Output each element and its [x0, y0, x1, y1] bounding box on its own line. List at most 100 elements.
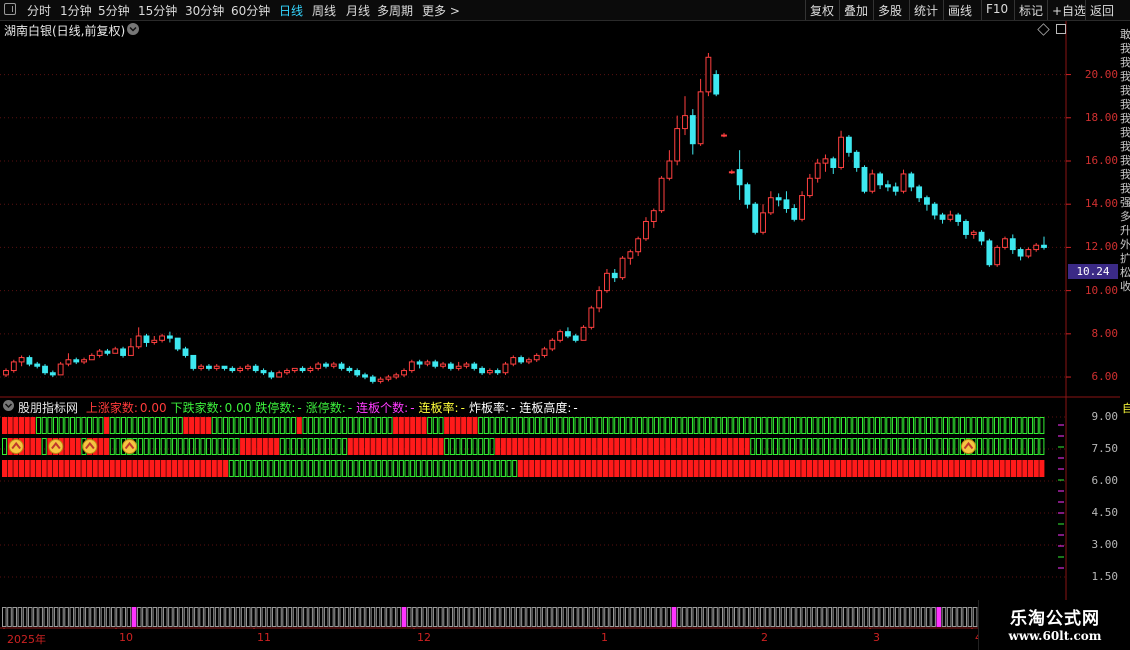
indicator-block-red [523, 460, 529, 477]
indicator-block-green [574, 417, 580, 434]
indicator-block-green [285, 417, 291, 434]
indicator-field-value: 0.00 [224, 401, 252, 415]
indicator-tick-label: 6.00 [1091, 474, 1119, 487]
bottom-block-gray [292, 607, 298, 627]
bottom-block-gray [438, 607, 443, 627]
indicator-block-red [568, 438, 574, 455]
bottom-block-gray [718, 607, 724, 627]
candle-body-down [323, 363, 329, 367]
indicator-block-red [455, 417, 461, 434]
chevron-down-icon[interactable] [127, 23, 139, 35]
indicator-fields: 上涨家数: 0.00 下跌家数: 0.00 跌停数: - 涨停数: - 连板个数: - 连板率: - 炸… [82, 401, 578, 415]
tool-button-2[interactable]: 多股 [878, 2, 902, 19]
indicator-block-red [942, 460, 949, 477]
bottom-block-gray [422, 607, 428, 627]
indicator-block-green [449, 438, 455, 455]
indicator-block-red [874, 460, 881, 477]
indicator-block-green [653, 417, 659, 434]
right-strip-char: 松 [1120, 266, 1130, 279]
period-tab-10[interactable]: 更多 > [422, 2, 460, 19]
indicator-block-green [931, 417, 937, 434]
indicator-block-red [948, 460, 954, 477]
tool-button-8[interactable]: 返回 [1090, 2, 1114, 19]
tool-button-5[interactable]: F10 [986, 2, 1008, 16]
bottom-block-gray [100, 607, 106, 627]
indicator-block-green [370, 417, 376, 434]
indicator-block-green [489, 460, 495, 477]
period-tab-0[interactable]: 分时 [27, 2, 51, 19]
candle-body-up [666, 160, 673, 179]
bottom-block-gray [817, 607, 822, 627]
indicator-block-green [778, 417, 784, 434]
indicator-block-green [982, 438, 988, 455]
indicator-block-red [591, 460, 597, 477]
tool-button-4[interactable]: 画线 [948, 2, 972, 19]
right-strip-char: 我 [1120, 112, 1130, 125]
sailboat-badge-icon [122, 439, 138, 454]
candle-body-up [135, 335, 142, 348]
candle-body-up [806, 177, 813, 197]
bottom-block-gray [183, 607, 189, 627]
indicator-block-red [7, 460, 13, 477]
indicator-block-green [784, 438, 790, 455]
indicator-block-red [772, 460, 778, 477]
indicator-block-red [914, 460, 920, 477]
tool-button-0[interactable]: 复权 [810, 2, 834, 19]
candle-body-up [10, 361, 17, 372]
indicator-block-red [381, 438, 387, 455]
indicator-block-red [404, 417, 410, 434]
bottom-block-gray [162, 607, 168, 627]
indicator-block-red [257, 438, 263, 455]
period-tab-7[interactable]: 周线 [312, 2, 336, 19]
indicator-block-red [1033, 460, 1039, 477]
indicator-block-red [665, 460, 671, 477]
candle-body-down [752, 203, 759, 233]
indicator-block-green [160, 417, 166, 434]
bottom-block-gray [614, 607, 620, 627]
indicator-block-red [449, 417, 455, 434]
period-tab-6[interactable]: 日线 [279, 2, 303, 19]
indicator-block-green [665, 417, 671, 434]
bottom-block-gray [962, 607, 968, 627]
indicator-tick-label: 7.50 [1091, 442, 1119, 455]
candle-body-down [611, 272, 618, 279]
tool-button-7[interactable]: +自选 [1052, 2, 1086, 19]
indicator-block-red [801, 460, 807, 477]
period-tab-4[interactable]: 30分钟 [185, 2, 224, 19]
indicator-block-green [863, 417, 869, 434]
indicator-menu-icon[interactable] [3, 400, 14, 411]
indicator-block-red [200, 460, 206, 477]
period-tab-2[interactable]: 5分钟 [98, 2, 130, 19]
period-tab-9[interactable]: 多周期 [377, 2, 413, 19]
candle-body-up [81, 359, 87, 363]
candle-body-down [1017, 249, 1024, 257]
indicator-field-label: 炸板率: [468, 401, 509, 415]
tool-button-6[interactable]: 标记 [1019, 2, 1043, 19]
indicator-block-green [325, 460, 331, 477]
tool-button-1[interactable]: 叠加 [844, 2, 868, 19]
indicator-block-green [291, 438, 297, 455]
indicator-block-green [659, 417, 665, 434]
tool-button-3[interactable]: 统计 [914, 2, 938, 19]
indicator-block-red [24, 438, 30, 455]
indicator-block-red [13, 417, 19, 434]
date-tick-label: 2 [761, 631, 768, 644]
stock-chart[interactable] [0, 21, 1120, 629]
period-tab-5[interactable]: 60分钟 [231, 2, 270, 19]
bottom-block-gray [708, 607, 713, 627]
candle-body-up [838, 136, 845, 168]
candle-body-up [57, 363, 64, 376]
window-toggle-icon[interactable] [1056, 24, 1066, 34]
period-tab-1[interactable]: 1分钟 [60, 2, 92, 19]
sailboat-badge-icon [48, 439, 64, 454]
bottom-block-gray [308, 607, 313, 627]
indicator-field-0: 上涨家数: 0.00 [86, 401, 167, 415]
indicator-block-green [965, 417, 971, 434]
period-tab-3[interactable]: 15分钟 [138, 2, 177, 19]
indicator-block-green [506, 417, 512, 434]
period-tab-8[interactable]: 月线 [346, 2, 370, 19]
indicator-block-green [245, 460, 251, 477]
candle-body-down [354, 370, 361, 376]
indicator-block-green [971, 417, 977, 434]
window-icon[interactable] [4, 3, 16, 15]
